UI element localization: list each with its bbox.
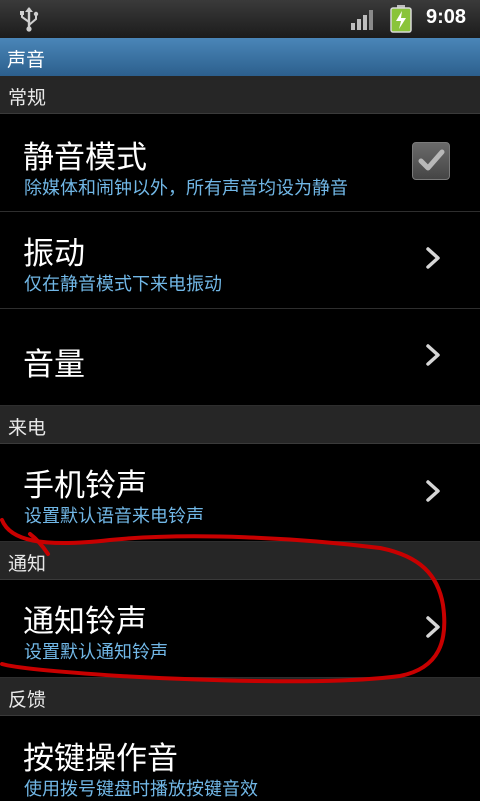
section-header-notification: 通知 xyxy=(0,542,480,580)
chevron-right-icon xyxy=(426,247,440,269)
settings-item-volume[interactable]: 音量 xyxy=(0,309,480,406)
status-clock: 9:08 xyxy=(426,6,467,28)
item-title: 静音模式 xyxy=(23,140,147,176)
silent-mode-checkbox[interactable] xyxy=(412,142,450,180)
item-title: 振动 xyxy=(23,236,85,272)
chevron-right-icon xyxy=(426,616,440,638)
item-summary: 设置默认语音来电铃声 xyxy=(24,506,204,527)
chevron-right-icon xyxy=(426,344,440,366)
section-label: 通知 xyxy=(8,553,47,575)
settings-item-vibrate[interactable]: 振动 仅在静音模式下来电振动 xyxy=(0,212,480,309)
battery-charging-icon xyxy=(390,5,412,33)
section-label: 常规 xyxy=(8,87,47,109)
signal-icon xyxy=(351,10,373,30)
settings-item-keypad-tones[interactable]: 按键操作音 使用拨号键盘时播放按键音效 xyxy=(0,716,480,800)
item-title: 音量 xyxy=(23,347,85,383)
item-title: 按键操作音 xyxy=(23,741,178,777)
item-summary: 使用拨号键盘时播放按键音效 xyxy=(24,779,258,800)
page-title: 声音 xyxy=(7,49,46,71)
title-bar: 声音 xyxy=(0,38,480,76)
item-summary: 除媒体和闹钟以外，所有声音均设为静音 xyxy=(24,178,348,199)
section-label: 反馈 xyxy=(8,689,47,711)
section-header-general: 常规 xyxy=(0,76,480,114)
item-title: 手机铃声 xyxy=(23,468,147,504)
checkmark-icon xyxy=(418,149,445,171)
item-title: 通知铃声 xyxy=(23,604,147,640)
section-header-feedback: 反馈 xyxy=(0,678,480,716)
chevron-right-icon xyxy=(426,480,440,502)
section-header-incoming-call: 来电 xyxy=(0,406,480,444)
settings-item-phone-ringtone[interactable]: 手机铃声 设置默认语音来电铃声 xyxy=(0,444,480,542)
item-summary: 仅在静音模式下来电振动 xyxy=(24,274,222,295)
status-bar: 9:08 xyxy=(0,0,480,38)
item-summary: 设置默认通知铃声 xyxy=(24,642,168,663)
settings-item-silent-mode[interactable]: 静音模式 除媒体和闹钟以外，所有声音均设为静音 xyxy=(0,114,480,212)
usb-icon xyxy=(20,7,39,32)
section-label: 来电 xyxy=(8,417,47,439)
settings-item-notification-ringtone[interactable]: 通知铃声 设置默认通知铃声 xyxy=(0,580,480,678)
